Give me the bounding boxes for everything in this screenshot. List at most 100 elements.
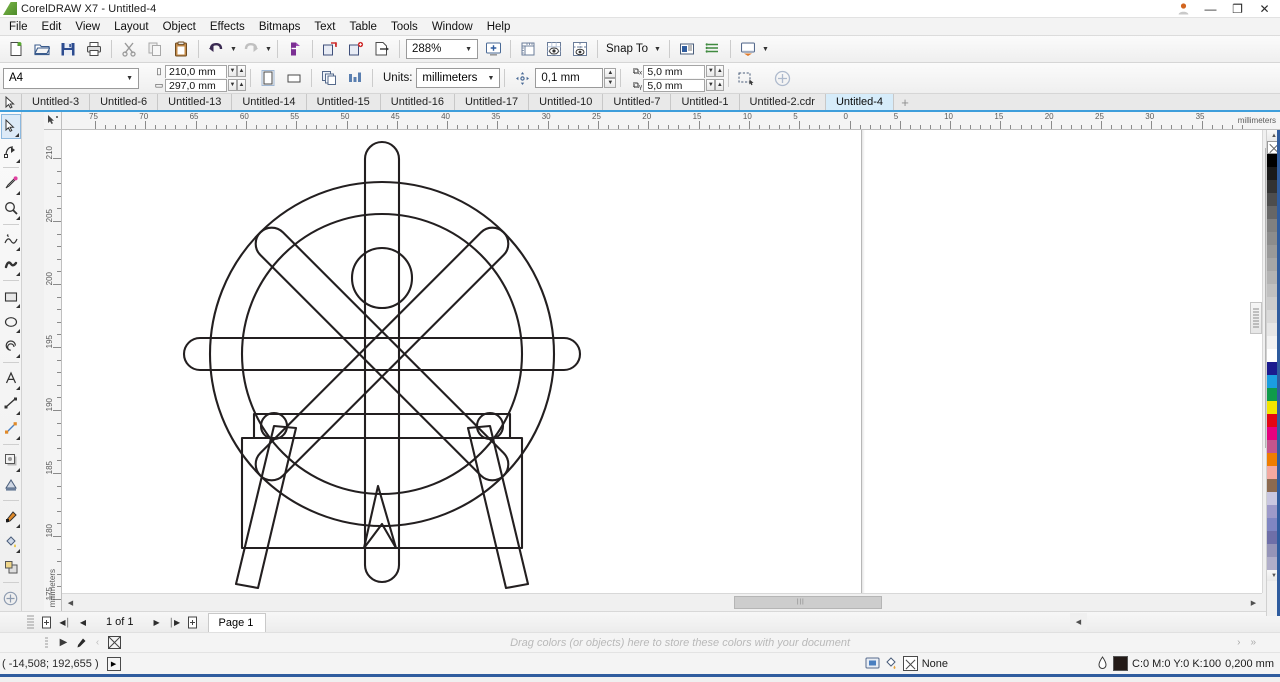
scroll-right-arrow-icon[interactable]: ▶ bbox=[1245, 594, 1262, 611]
previous-page-button[interactable]: ◀ bbox=[74, 613, 92, 632]
ruler-origin-corner[interactable] bbox=[44, 112, 62, 130]
horizontal-scrollbar[interactable]: ◀ ||| ▶ bbox=[62, 593, 1262, 611]
spinner-down-icon[interactable]: ▼ bbox=[604, 78, 617, 88]
full-screen-preview-icon[interactable] bbox=[480, 37, 506, 61]
menu-text[interactable]: Text bbox=[307, 20, 342, 34]
clipboard-icon[interactable] bbox=[168, 37, 194, 61]
insert-page-before-button[interactable] bbox=[38, 613, 56, 632]
flyout-arrow-icon[interactable] bbox=[15, 435, 20, 440]
menu-view[interactable]: View bbox=[68, 20, 107, 34]
floppy-disk-icon[interactable] bbox=[55, 37, 81, 61]
interactive-fill-tool[interactable] bbox=[1, 529, 21, 554]
document-palette-bar[interactable]: ▶ ‹ Drag colors (or objects) here to sto… bbox=[0, 632, 1280, 652]
outline-color-swatch[interactable] bbox=[1113, 656, 1128, 671]
options-button[interactable] bbox=[674, 37, 700, 61]
duplicate-x-spinner[interactable]: ▼ ▲ bbox=[706, 65, 725, 77]
menu-effects[interactable]: Effects bbox=[203, 20, 252, 34]
first-page-button[interactable]: ◀│ bbox=[56, 613, 74, 632]
coordinates-expand-button[interactable]: ▶ bbox=[106, 656, 121, 671]
document-tab-untitled-16[interactable]: Untitled-16 bbox=[380, 94, 455, 110]
duplicate-y-field[interactable]: 5,0 mm bbox=[643, 78, 706, 92]
chevron-down-icon[interactable]: ▼ bbox=[126, 75, 133, 82]
palette-more-right-icon[interactable]: » bbox=[1250, 637, 1256, 648]
flyout-arrow-icon[interactable] bbox=[15, 215, 20, 220]
export-for-web-icon[interactable] bbox=[343, 37, 369, 61]
vertical-ruler[interactable]: 210 205 200 195 190 185 180 175 millimeters bbox=[44, 130, 62, 611]
crop-tool[interactable] bbox=[1, 171, 21, 196]
copy-icon[interactable] bbox=[142, 37, 168, 61]
menu-layout[interactable]: Layout bbox=[107, 20, 156, 34]
user-account-icon[interactable] bbox=[1170, 0, 1197, 18]
landscape-orientation-button[interactable] bbox=[281, 66, 307, 90]
color-eyedropper-tool[interactable] bbox=[1, 504, 21, 529]
document-tab-untitled-4[interactable]: Untitled-4 bbox=[825, 94, 895, 110]
parallel-dimension-tool[interactable] bbox=[1, 391, 21, 416]
document-tab-untitled-6[interactable]: Untitled-6 bbox=[90, 94, 159, 110]
spinner-down-icon[interactable]: ▼ bbox=[228, 79, 237, 91]
all-pages-button[interactable] bbox=[316, 66, 342, 90]
new-document-tab-button[interactable]: + bbox=[894, 94, 916, 110]
polygon-tool[interactable] bbox=[1, 334, 21, 359]
palette-more-left-icon[interactable]: › bbox=[1237, 637, 1250, 648]
rectangle-tool[interactable] bbox=[1, 284, 21, 309]
artistic-media-tool[interactable] bbox=[1, 252, 21, 277]
flyout-arrow-icon[interactable] bbox=[15, 329, 20, 334]
scissors-icon[interactable] bbox=[116, 37, 142, 61]
object-manager-button[interactable] bbox=[700, 37, 726, 61]
snap-to-dropdown[interactable]: Snap To ▼ bbox=[602, 38, 665, 60]
pdf-icon[interactable] bbox=[369, 37, 395, 61]
flyout-arrow-icon[interactable] bbox=[15, 158, 20, 163]
drawing-canvas[interactable] bbox=[62, 130, 1262, 593]
flyout-arrow-icon[interactable] bbox=[15, 190, 20, 195]
maximize-button[interactable]: ❐ bbox=[1224, 0, 1251, 18]
document-tab-untitled-1[interactable]: Untitled-1 bbox=[671, 94, 740, 110]
page-scroll-left-icon[interactable]: ◀ bbox=[1070, 613, 1087, 630]
page-height-spinner[interactable]: ▼ ▲ bbox=[228, 79, 246, 91]
menu-bitmaps[interactable]: Bitmaps bbox=[252, 20, 308, 34]
freehand-tool[interactable] bbox=[1, 228, 21, 253]
straight-line-connector-tool[interactable] bbox=[1, 416, 21, 441]
show-guidelines-icon[interactable] bbox=[567, 37, 593, 61]
flyout-arrow-icon[interactable] bbox=[15, 549, 20, 554]
chevron-down-icon[interactable]: ▼ bbox=[654, 46, 661, 53]
quick-customize-button[interactable] bbox=[769, 66, 795, 90]
new-page-icon[interactable] bbox=[3, 37, 29, 61]
document-tab-untitled-3[interactable]: Untitled-3 bbox=[22, 94, 91, 110]
chevron-down-icon[interactable]: ▼ bbox=[465, 46, 472, 53]
snap-indicator-icon[interactable] bbox=[865, 656, 880, 671]
outline-pen-icon[interactable] bbox=[1096, 656, 1109, 671]
menu-object[interactable]: Object bbox=[156, 20, 203, 34]
application-launcher-icon[interactable] bbox=[735, 37, 761, 61]
palette-prev-icon[interactable]: ‹ bbox=[89, 634, 106, 651]
menu-edit[interactable]: Edit bbox=[35, 20, 69, 34]
next-page-button[interactable]: ▶ bbox=[148, 613, 166, 632]
page-width-field[interactable]: 210,0 mm bbox=[165, 64, 227, 78]
palette-none-swatch[interactable] bbox=[106, 634, 123, 651]
zoom-tool[interactable] bbox=[1, 196, 21, 221]
horizontal-scroll-thumb[interactable]: ||| bbox=[734, 596, 882, 609]
show-grid-icon[interactable] bbox=[541, 37, 567, 61]
spinner-up-icon[interactable]: ▲ bbox=[715, 79, 725, 91]
menu-file[interactable]: File bbox=[2, 20, 35, 34]
flyout-arrow-icon[interactable] bbox=[15, 524, 20, 529]
flyout-arrow-icon[interactable] bbox=[15, 385, 20, 390]
edit-across-layers-button[interactable] bbox=[733, 66, 759, 90]
show-rulers-icon[interactable] bbox=[515, 37, 541, 61]
zoom-level-combo[interactable]: 288% ▼ bbox=[406, 39, 478, 59]
spinner-up-icon[interactable]: ▲ bbox=[715, 65, 725, 77]
menu-table[interactable]: Table bbox=[342, 20, 384, 34]
insert-page-after-button[interactable] bbox=[184, 613, 202, 632]
current-page-button[interactable] bbox=[342, 66, 368, 90]
folder-open-icon[interactable] bbox=[29, 37, 55, 61]
duplicate-y-spinner[interactable]: ▼ ▲ bbox=[706, 79, 725, 91]
page-width-spinner[interactable]: ▼ ▲ bbox=[228, 65, 246, 77]
fill-color-icon[interactable] bbox=[884, 656, 899, 671]
document-tab-untitled-7[interactable]: Untitled-7 bbox=[603, 94, 672, 110]
spinner-up-icon[interactable]: ▲ bbox=[237, 79, 246, 91]
import-icon[interactable] bbox=[282, 37, 308, 61]
quick-customize-tool[interactable] bbox=[1, 586, 21, 611]
document-tab-untitled-14[interactable]: Untitled-14 bbox=[232, 94, 307, 110]
nudge-distance-field[interactable]: 0,1 mm bbox=[535, 68, 604, 88]
pick-tool[interactable] bbox=[0, 114, 21, 139]
export-icon[interactable] bbox=[317, 37, 343, 61]
